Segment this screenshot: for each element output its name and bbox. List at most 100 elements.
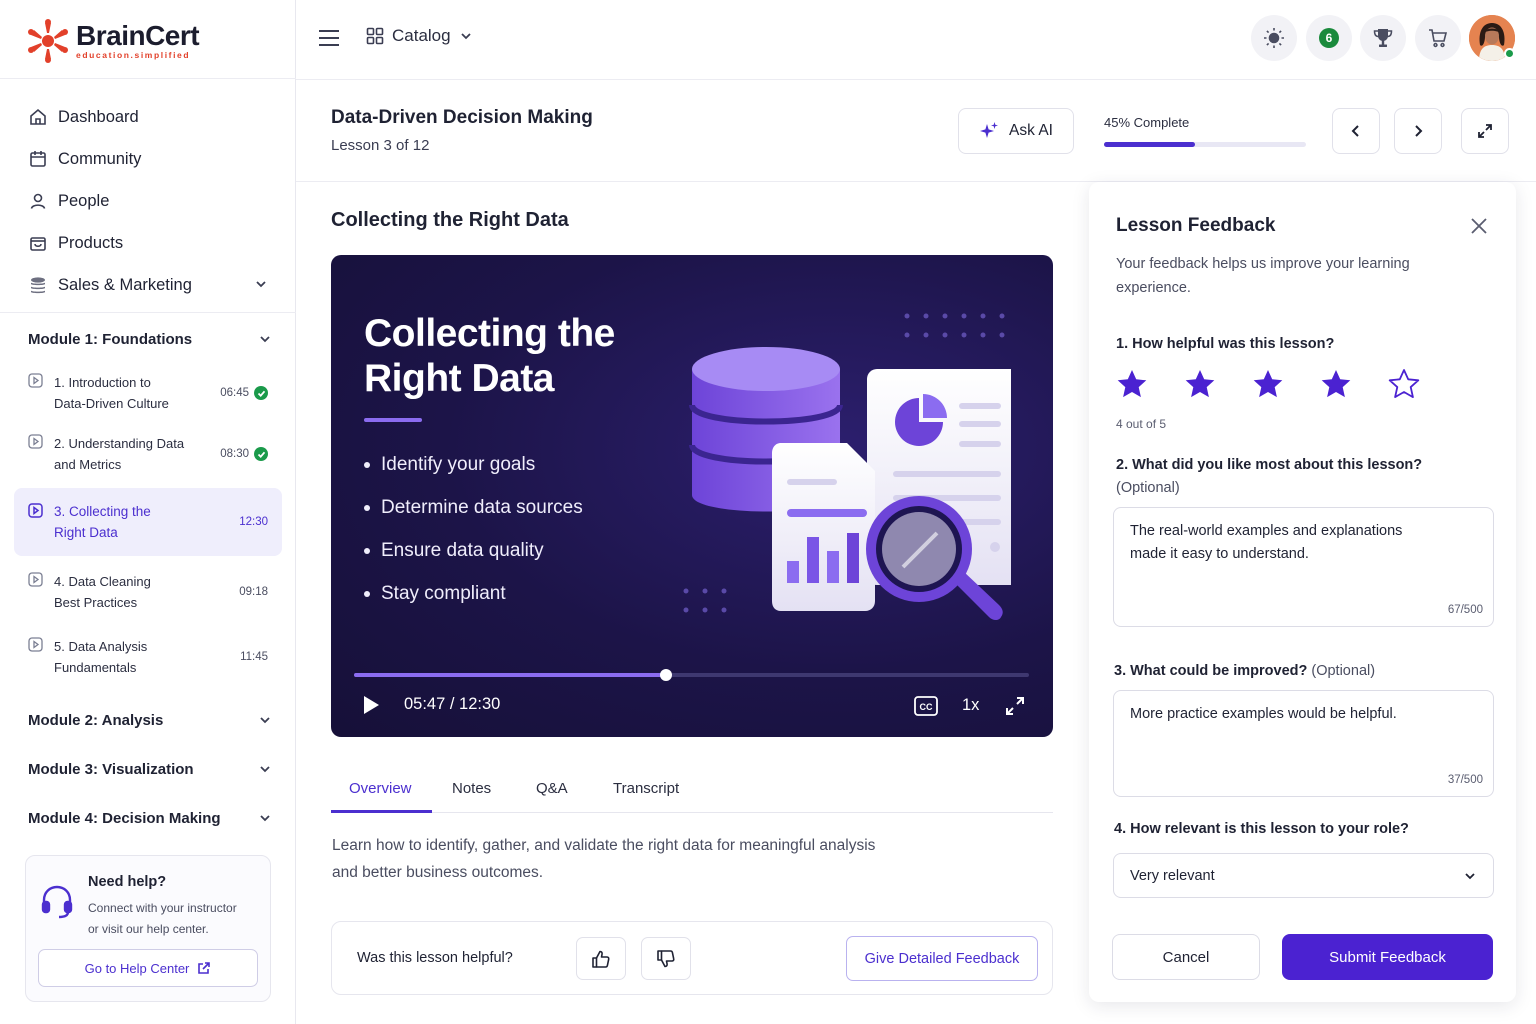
menu-icon[interactable] — [318, 29, 340, 47]
module-2-header[interactable]: Module 2: Analysis — [28, 705, 272, 735]
home-icon — [30, 108, 46, 125]
module-3-header[interactable]: Module 3: Visualization — [28, 754, 272, 784]
previous-lesson-button[interactable] — [1332, 108, 1380, 154]
lesson-title-line1: 1. Introduction to — [54, 374, 151, 390]
lesson-item-2[interactable]: 2. Understanding Data and Metrics 08:30 — [14, 423, 282, 485]
achievements-button[interactable] — [1360, 15, 1406, 61]
bullet-item: Ensure data quality — [364, 529, 583, 572]
cancel-button[interactable]: Cancel — [1112, 934, 1260, 980]
logo[interactable]: BrainCert education.simplified — [28, 18, 200, 64]
nav-item-dashboard[interactable]: Dashboard — [28, 96, 272, 138]
bullet-item: Stay compliant — [364, 572, 583, 615]
chevron-right-icon — [1415, 125, 1423, 137]
sidebar: BrainCert education.simplified Dashboard… — [0, 0, 296, 1024]
ask-ai-button[interactable]: Ask AI — [958, 108, 1074, 154]
lesson-item-1[interactable]: 1. Introduction to Data-Driven Culture 06… — [14, 362, 282, 424]
video-player[interactable]: Collecting the Right Data Identify your … — [331, 255, 1053, 737]
help-center-label: Go to Help Center — [84, 960, 190, 976]
cart-button[interactable] — [1415, 15, 1461, 61]
star-filled-icon[interactable] — [1116, 368, 1148, 400]
lesson-tabs: Overview Notes Q&A Transcript — [331, 770, 1053, 813]
thumbs-down-icon — [657, 949, 675, 967]
question-4: 4. How relevant is this lesson to your r… — [1114, 821, 1409, 837]
module-4-header[interactable]: Module 4: Decision Making — [28, 803, 272, 833]
top-bar: Catalog 6 — [296, 0, 1536, 80]
help-line-1: Connect with your instructor — [88, 901, 237, 915]
divider — [0, 312, 296, 313]
fullscreen-button[interactable] — [1461, 108, 1509, 154]
improvements-textarea[interactable]: More practice examples would be helpful.… — [1113, 690, 1494, 797]
cc-label: CC — [920, 702, 933, 712]
panel-subtitle: Your feedback helps us improve your lear… — [1116, 252, 1446, 300]
chevron-down-icon — [260, 815, 270, 822]
close-icon[interactable] — [1469, 216, 1489, 236]
liked-most-textarea[interactable]: The real-world examples and explanations… — [1113, 507, 1494, 627]
check-circle-icon — [254, 447, 268, 461]
play-icon[interactable] — [362, 695, 380, 715]
tab-qa[interactable]: Q&A — [536, 780, 568, 797]
chevron-down-icon — [260, 336, 270, 343]
theme-toggle-button[interactable] — [1251, 15, 1297, 61]
catalog-dropdown[interactable]: Catalog — [366, 26, 473, 46]
nav-item-community[interactable]: Community — [28, 138, 272, 180]
nav-item-people[interactable]: People — [28, 180, 272, 222]
bullet-item: Determine data sources — [364, 486, 583, 529]
lesson-item-5[interactable]: 5. Data Analysis Fundamentals 11:45 — [14, 626, 282, 688]
tab-overview[interactable]: Overview — [349, 780, 412, 797]
playback-speed-button[interactable]: 1x — [962, 696, 979, 715]
progress-fill — [1104, 142, 1195, 147]
video-title-line2: Right Data — [364, 357, 555, 400]
lesson-title-line2: Best Practices — [54, 595, 138, 610]
expand-icon — [1478, 124, 1492, 138]
play-square-icon — [28, 572, 43, 587]
module-title: Module 4: Decision Making — [28, 809, 221, 827]
shopping-bag-icon — [30, 237, 46, 251]
closed-captions-icon[interactable]: CC — [914, 696, 938, 716]
chevron-down-icon — [460, 33, 471, 40]
fullscreen-icon[interactable] — [1004, 695, 1026, 717]
video-progress-fill — [354, 673, 666, 677]
module-1-header[interactable]: Module 1: Foundations — [28, 324, 272, 354]
help-description: Connect with your instructor or visit our… — [88, 898, 262, 940]
thumbs-up-button[interactable] — [576, 937, 626, 980]
char-count: 37/500 — [1447, 774, 1483, 786]
nav-item-label: Products — [58, 233, 124, 252]
nav-item-sales-marketing[interactable]: Sales & Marketing — [28, 264, 272, 306]
nav-item-label: People — [58, 191, 110, 210]
relevance-select[interactable]: Very relevant — [1113, 853, 1494, 898]
seek-handle[interactable] — [659, 669, 672, 681]
star-filled-icon[interactable] — [1320, 368, 1352, 400]
notification-badge: 6 — [1319, 28, 1339, 48]
video-bullet-list: Identify your goals Determine data sourc… — [364, 443, 583, 615]
help-title: Need help? — [88, 874, 167, 890]
helpful-question: Was this lesson helpful? — [357, 950, 513, 966]
star-empty-icon[interactable] — [1388, 368, 1420, 400]
lesson-item-4[interactable]: 4. Data Cleaning Best Practices 09:18 — [14, 561, 282, 623]
star-rating[interactable] — [1116, 368, 1420, 400]
play-square-icon — [28, 503, 43, 518]
lesson-item-3-active[interactable]: 3. Collecting the Right Data 12:30 — [14, 488, 282, 556]
notifications-button[interactable]: 6 — [1306, 15, 1352, 61]
star-filled-icon[interactable] — [1252, 368, 1284, 400]
help-card: Need help? Connect with your instructor o… — [25, 855, 271, 1002]
help-center-button[interactable]: Go to Help Center — [38, 949, 258, 987]
bullet-item: Identify your goals — [364, 443, 583, 486]
grid-icon — [366, 27, 384, 45]
tab-transcript[interactable]: Transcript — [613, 780, 679, 797]
thumbs-down-button[interactable] — [641, 937, 691, 980]
braincert-logo-icon — [28, 19, 68, 63]
tab-notes[interactable]: Notes — [452, 780, 491, 797]
optional-tag: (Optional) — [1311, 663, 1376, 679]
video-seek-bar[interactable] — [354, 669, 1029, 681]
nav-item-products[interactable]: Products — [28, 222, 272, 264]
next-lesson-button[interactable] — [1394, 108, 1442, 154]
ask-ai-label: Ask AI — [1009, 122, 1053, 139]
lesson-title-line2: and Metrics — [54, 457, 122, 472]
lesson-duration: 11:45 — [240, 651, 268, 663]
give-detailed-feedback-button[interactable]: Give Detailed Feedback — [846, 936, 1038, 981]
dot-pattern-top — [904, 313, 1005, 338]
sparkle-icon — [980, 122, 999, 138]
headset-icon — [41, 885, 73, 919]
submit-feedback-button[interactable]: Submit Feedback — [1282, 934, 1493, 980]
star-filled-icon[interactable] — [1184, 368, 1216, 400]
